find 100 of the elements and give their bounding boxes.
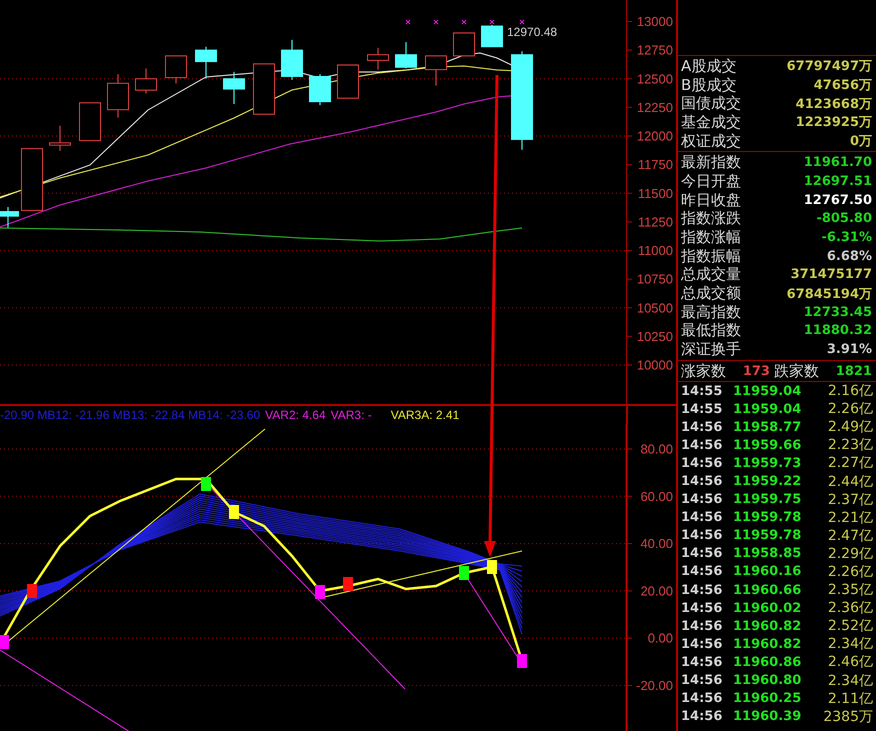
trade-time: 14:56 [681,510,724,526]
trade-time: 14:55 [681,402,724,417]
candlestick [165,55,187,84]
trade-volume: 2.36亿 [828,599,873,618]
trade-price: 11960.86 [733,654,802,670]
trade-price: 11959.78 [733,528,802,544]
cross-marker-icon [434,20,438,24]
stat-label: 最新指数 [681,153,741,172]
stat-value: 11880.32 [804,323,872,338]
trade-time: 14:56 [681,691,724,706]
candlestick [425,55,447,86]
trade-price: 11958.77 [733,420,802,435]
trade-volume: 2.21亿 [828,508,873,527]
stat-label: 总成交量 [681,265,741,284]
stat-label: 总成交额 [681,284,741,304]
axis-label: 11250 [638,214,673,230]
trade-time: 14:56 [681,438,724,453]
stat-value: 12697.51 [804,174,872,189]
trade-time: 14:56 [681,492,724,508]
axis-label: 11750 [638,157,673,172]
trade-volume: 2.35亿 [828,581,873,600]
stat-value: 12733.45 [804,304,872,320]
stat-label: 最低指数 [681,321,741,340]
cross-marker-icon [520,20,524,24]
stat-label: B股成交 [681,76,736,95]
stat-value: 371475177 [790,267,872,282]
trade-volume: 2.16亿 [828,382,873,400]
trade-volume: 2.34亿 [828,635,873,654]
signal-marker [0,634,9,649]
trade-volume: 2.11亿 [828,690,873,708]
signal-marker [27,584,37,598]
trade-time: 14:56 [681,474,724,490]
candlestick [135,68,157,94]
stat-label: 跌家数 [774,362,819,380]
trade-volume: 2.27亿 [828,454,873,472]
trade-time: 14:56 [681,564,724,580]
axis-label: 10750 [636,272,673,287]
axis-label: 10000 [636,358,673,372]
trade-volume: 2.52亿 [828,617,873,636]
trade-price: 11959.04 [733,384,802,399]
stat-value: 67797497万 [786,58,872,76]
trade-price: 11959.66 [733,438,802,453]
candlestick [337,64,359,99]
stat-label: 涨家数 [681,362,726,380]
axis-label: 80.00 [640,441,673,456]
trade-price: 11960.66 [733,582,802,598]
trade-volume: 2.29亿 [828,544,873,563]
stat-value: 4123668万 [796,96,872,113]
trade-time: 14:56 [681,582,724,598]
cross-marker-icon [406,20,410,24]
trade-volume: 2.46亿 [828,653,873,672]
axis-label: 40.00 [640,536,673,551]
axis-label: 12750 [636,42,673,58]
candlestick [253,63,275,115]
trade-volume: 2.44亿 [828,472,873,491]
signal-marker [229,504,239,519]
stat-label: 指数涨幅 [681,228,741,248]
trade-time: 14:55 [681,384,724,399]
stat-value: -805.80 [816,211,872,226]
signal-marker [459,566,469,580]
stat-value: 1821 [836,364,872,378]
stat-value: 0万 [850,133,872,150]
trade-volume: 2.37亿 [828,490,873,509]
trade-time: 14:56 [681,420,724,435]
candlestick [395,42,417,69]
trade-price: 11960.82 [733,618,802,634]
stat-value: -6.31% [822,230,872,246]
trade-time: 14:56 [681,456,724,471]
axis-label: 11500 [638,186,673,201]
stat-label: 今日开盘 [681,172,741,191]
indicator-legend-text: VAR3A: 2.41 [390,408,460,422]
trade-price: 11959.04 [733,402,802,417]
stat-label: A股成交 [681,56,736,76]
candlestick [453,32,475,56]
axis-label: 11000 [638,243,673,258]
trade-time: 14:56 [681,673,724,688]
candlestick [0,206,19,228]
trade-volume: 2.26亿 [828,400,873,418]
trade-time: 14:56 [681,618,724,634]
stat-label: 深证换手 [681,340,741,360]
trade-volume: 2385万 [823,708,873,726]
stat-value: 173 [742,364,770,378]
signal-marker [201,476,211,491]
candlestick [281,39,303,80]
trade-volume: 2.49亿 [828,418,873,436]
trade-price: 11959.78 [733,510,802,526]
axis-label: 12250 [636,100,673,115]
trade-volume: 2.23亿 [828,436,873,454]
axis-label: 60.00 [640,488,673,504]
candlestick [49,125,71,152]
trade-time: 14:56 [681,600,724,616]
trade-price: 11959.75 [733,492,802,508]
trade-price: 11960.82 [733,636,802,652]
trade-price: 11959.22 [733,474,802,490]
candlestick [79,102,101,142]
stat-label: 昨日收盘 [681,190,741,210]
indicator-legend-text: VAR3: - [330,408,372,422]
candlestick [367,47,389,70]
axis-label: 10250 [636,328,673,344]
trade-volume: 2.34亿 [828,672,873,690]
